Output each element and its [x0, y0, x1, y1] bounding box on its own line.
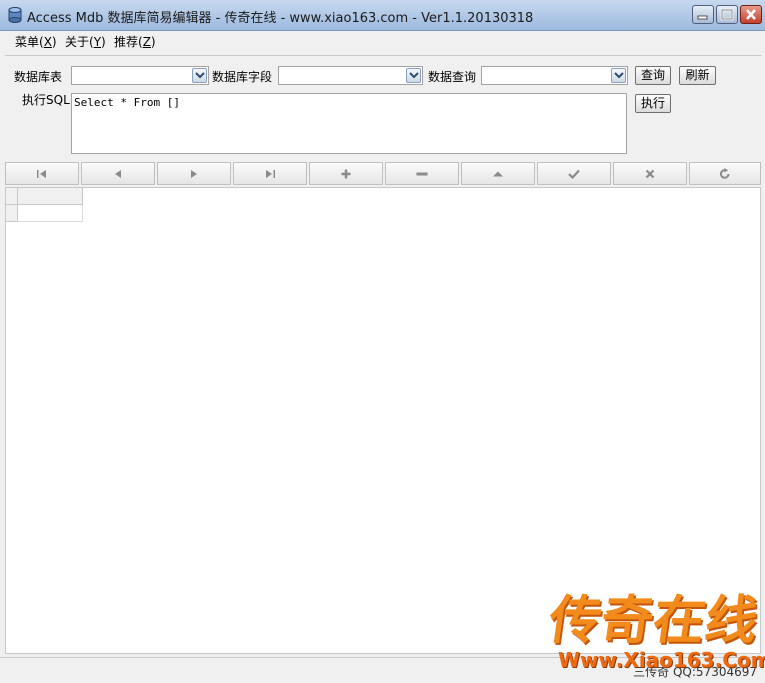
- db-navigator: [5, 162, 761, 186]
- sql-label: 执行SQL: [22, 93, 70, 107]
- table-select-dropdown[interactable]: [192, 68, 207, 83]
- grid-row-indicator[interactable]: [6, 205, 18, 222]
- next-icon: [191, 169, 197, 178]
- chevron-down-icon: [614, 72, 624, 79]
- window-title: Access Mdb 数据库简易编辑器 - 传奇在线 - www.xiao163…: [27, 11, 534, 26]
- edit-icon: [493, 171, 503, 176]
- first-icon: [37, 169, 46, 178]
- menu-item-menu[interactable]: 菜单(X): [15, 33, 57, 50]
- nav-cancel-button[interactable]: [613, 162, 687, 185]
- nav-last-button[interactable]: [233, 162, 307, 185]
- prior-icon: [115, 169, 121, 178]
- nav-first-button[interactable]: [5, 162, 79, 185]
- execute-button[interactable]: 执行: [635, 94, 671, 113]
- delete-icon: [416, 172, 428, 175]
- field-label: 数据库字段: [212, 70, 273, 84]
- title-bar[interactable]: Access Mdb 数据库简易编辑器 - 传奇在线 - www.xiao163…: [0, 0, 765, 31]
- nav-refresh-button[interactable]: [689, 162, 761, 185]
- field-select[interactable]: [278, 66, 423, 85]
- minimize-button[interactable]: [692, 5, 714, 24]
- menu-item-recommend[interactable]: 推荐(Z): [114, 33, 156, 50]
- app-window: Access Mdb 数据库简易编辑器 - 传奇在线 - www.xiao163…: [0, 0, 765, 683]
- refresh-icon: [719, 167, 730, 179]
- close-button[interactable]: [740, 5, 762, 24]
- last-icon: [266, 169, 275, 178]
- nav-insert-button[interactable]: [309, 162, 383, 185]
- sql-input[interactable]: Select * From []: [71, 93, 627, 154]
- table-label: 数据库表: [14, 70, 63, 84]
- query-select-dropdown[interactable]: [611, 68, 626, 83]
- close-icon: [746, 9, 756, 20]
- post-icon: [568, 169, 580, 179]
- refresh-button[interactable]: 刷新: [679, 66, 716, 85]
- query-panel: 数据库表 数据库字段 数据查询 查询 刷新 执行SQL Select * Fro…: [5, 55, 761, 158]
- nav-prior-button[interactable]: [81, 162, 155, 185]
- status-text: 三传奇 QQ:57304697: [633, 665, 757, 679]
- status-bar: 三传奇 QQ:57304697: [0, 657, 765, 683]
- chevron-down-icon: [195, 72, 205, 79]
- maximize-button[interactable]: [716, 5, 738, 24]
- nav-next-button[interactable]: [157, 162, 231, 185]
- minimize-icon: [697, 15, 708, 20]
- database-icon: [8, 7, 22, 23]
- cancel-icon: [645, 169, 655, 178]
- nav-edit-button[interactable]: [461, 162, 535, 185]
- chevron-down-icon: [409, 72, 419, 79]
- data-grid[interactable]: [5, 187, 761, 654]
- grid-cell[interactable]: [18, 205, 83, 222]
- maximize-icon: [720, 8, 734, 21]
- insert-icon: [341, 169, 351, 178]
- table-select[interactable]: [71, 66, 209, 85]
- nav-delete-button[interactable]: [385, 162, 459, 185]
- field-select-dropdown[interactable]: [406, 68, 421, 83]
- grid-column-header[interactable]: [18, 188, 83, 205]
- query-label: 数据查询: [428, 70, 477, 84]
- grid-corner: [6, 188, 18, 205]
- query-select[interactable]: [481, 66, 628, 85]
- menu-bar: 菜单(X) 关于(Y) 推荐(Z): [0, 31, 765, 51]
- search-button[interactable]: 查询: [635, 66, 671, 85]
- nav-post-button[interactable]: [537, 162, 611, 185]
- menu-item-about[interactable]: 关于(Y): [65, 33, 106, 50]
